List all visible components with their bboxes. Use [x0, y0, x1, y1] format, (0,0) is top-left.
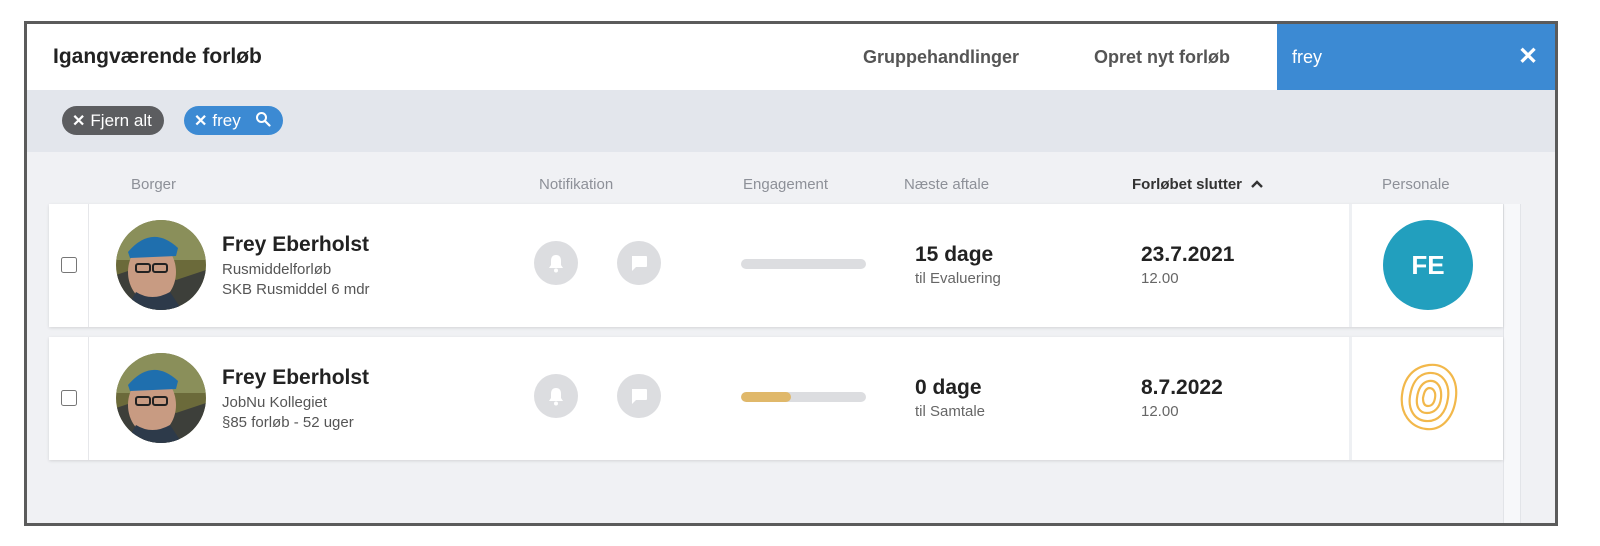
end-date: 8.7.2022 — [1141, 376, 1223, 399]
close-icon[interactable]: ✕ — [1513, 24, 1543, 90]
filter-bar: ✕ Fjern alt ✕ frey — [27, 90, 1555, 152]
message-icon[interactable] — [617, 374, 661, 418]
message-icon[interactable] — [617, 241, 661, 285]
search-term-chip[interactable]: ✕ frey — [184, 106, 284, 136]
avatar — [116, 220, 206, 310]
create-course-button[interactable]: Opret nyt forløb — [1094, 24, 1230, 90]
clear-all-filters-chip[interactable]: ✕ Fjern alt — [62, 106, 164, 135]
engagement-bar — [741, 392, 866, 402]
column-header-personale[interactable]: Personale — [1382, 176, 1450, 193]
chip-label: Fjern alt — [90, 111, 152, 130]
citizen-name[interactable]: Frey Eberholst — [222, 233, 369, 257]
citizen-name[interactable]: Frey Eberholst — [222, 366, 369, 390]
end-time: 12.00 — [1141, 270, 1179, 287]
course-type: Rusmiddelforløb — [222, 261, 332, 278]
next-appointment-days: 15 dage — [915, 243, 994, 266]
column-header-borger[interactable]: Borger — [131, 176, 176, 193]
close-icon: ✕ — [72, 113, 86, 130]
engagement-bar — [741, 259, 866, 269]
avatar — [116, 353, 206, 443]
column-header-engagement[interactable]: Engagement — [743, 176, 828, 193]
course-program: SKB Rusmiddel 6 mdr — [222, 281, 370, 298]
course-program: §85 forløb - 52 uger — [222, 414, 354, 431]
row-select-cell — [49, 337, 89, 460]
staff-cell — [1349, 337, 1503, 460]
column-header-naeste-aftale[interactable]: Næste aftale — [904, 176, 989, 193]
chevron-up-icon — [1250, 177, 1264, 192]
panel-header: Igangværende forløb Gruppehandlinger Opr… — [27, 24, 1555, 90]
column-header-notifikation[interactable]: Notifikation — [539, 176, 613, 193]
staff-cell: FE — [1349, 204, 1503, 327]
bell-icon[interactable] — [534, 374, 578, 418]
next-appointment-type: til Samtale — [915, 403, 986, 420]
end-time: 12.00 — [1141, 403, 1179, 420]
group-actions-button[interactable]: Gruppehandlinger — [863, 24, 1019, 90]
column-header-label: Forløbet slutter — [1132, 176, 1243, 193]
search-box: ✕ — [1277, 24, 1555, 90]
engagement-fill — [741, 392, 791, 402]
scroll-rail[interactable] — [1503, 204, 1521, 523]
bell-icon[interactable] — [534, 241, 578, 285]
column-header-forloebet-slutter[interactable]: Forløbet slutter — [1132, 176, 1264, 193]
table-row[interactable]: Frey Eberholst Rusmiddelforløb SKB Rusmi… — [49, 204, 1503, 327]
chip-label: frey — [212, 111, 241, 130]
page-title: Igangværende forløb — [53, 45, 262, 68]
search-input[interactable] — [1277, 24, 1497, 90]
course-table: Borger Notifikation Engagement Næste aft… — [27, 152, 1555, 523]
row-select-cell — [49, 204, 89, 327]
courses-panel: Igangværende forløb Gruppehandlinger Opr… — [24, 21, 1558, 526]
close-icon[interactable]: ✕ — [194, 113, 207, 130]
search-icon — [255, 107, 272, 136]
contour-logo-icon[interactable] — [1384, 353, 1474, 443]
next-appointment-type: til Evaluering — [915, 270, 1001, 287]
next-appointment-days: 0 dage — [915, 376, 982, 399]
row-checkbox[interactable] — [61, 257, 77, 273]
table-row[interactable]: Frey Eberholst JobNu Kollegiet §85 forlø… — [49, 337, 1503, 460]
course-type: JobNu Kollegiet — [222, 394, 328, 411]
end-date: 23.7.2021 — [1141, 243, 1235, 266]
row-checkbox[interactable] — [61, 390, 77, 406]
staff-avatar[interactable]: FE — [1383, 220, 1473, 310]
